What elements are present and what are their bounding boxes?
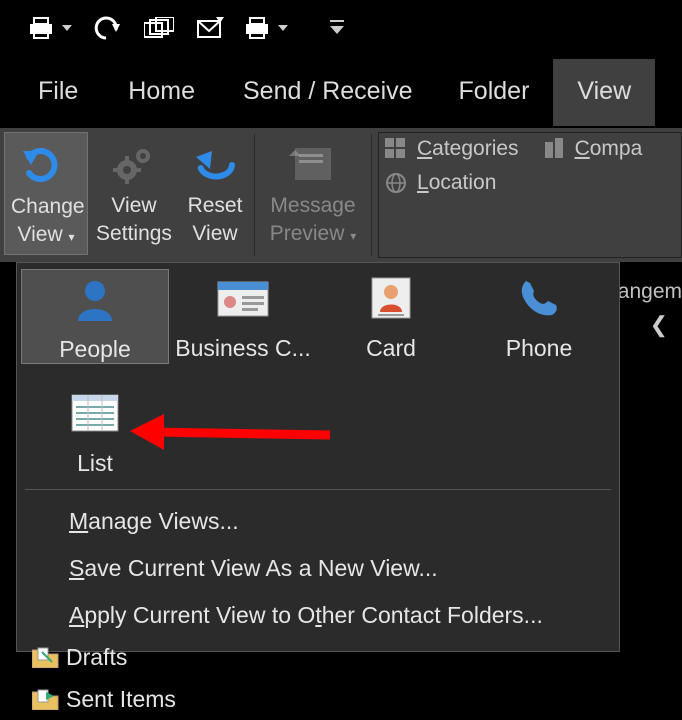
cascade-windows-icon (144, 17, 174, 39)
company-icon (543, 138, 565, 160)
reset-icon (192, 147, 238, 181)
arrangement-panel: Categories CCompaompa Location (378, 132, 682, 258)
tab-send-receive[interactable]: Send / Receive (225, 59, 441, 126)
menu-apply-view[interactable]: Apply Current View to Other Contact Fold… (17, 592, 619, 639)
gallery-row-2: List (17, 378, 619, 489)
customize-qat-icon (330, 20, 344, 36)
qat-archive-dropdown[interactable] (246, 16, 288, 40)
reset-view-button[interactable]: Reset View (180, 132, 250, 253)
folder-icon (32, 688, 60, 710)
view-settings-label1: View (94, 192, 174, 220)
location-label: Location (417, 171, 496, 195)
arrangement-label-cut: rangem (611, 280, 682, 304)
categories-icon (385, 138, 407, 160)
menu-manage-views[interactable]: Manage Views...Manage Views... (17, 498, 619, 545)
ribbon-group-current-view: Change View ▾ View Settings Reset (0, 128, 254, 262)
menu-save-view[interactable]: Save Current View As a New View...Save C… (17, 545, 619, 592)
quick-access-toolbar (0, 0, 682, 56)
undo-icon (94, 16, 122, 40)
qat-windows[interactable] (144, 17, 174, 39)
chevron-down-icon (62, 23, 72, 33)
ribbon-group-preview: Message Preview ▾ (255, 128, 371, 262)
people-icon (74, 277, 116, 321)
message-preview-button: Message Preview ▾ (259, 132, 367, 253)
qat-print-dropdown[interactable] (30, 16, 72, 40)
ribbon-tabs: File Home Send / Receive Folder View (0, 56, 682, 128)
folder-tree: Drafts Sent Items (32, 636, 176, 720)
chevron-down-icon (278, 23, 288, 33)
message-preview-label2: Preview ▾ (265, 220, 361, 248)
message-preview-icon (289, 144, 337, 184)
tab-home[interactable]: Home (108, 59, 225, 126)
message-preview-label1: Message (265, 192, 361, 220)
gallery-item-business-card-label: Business C... (169, 335, 317, 362)
nav-drafts-label: Drafts (66, 644, 127, 671)
qat-undo[interactable] (94, 16, 122, 40)
change-view-icon (23, 145, 69, 185)
reset-view-label1: Reset (186, 192, 244, 220)
collapse-chevron-icon[interactable]: ❮ (650, 312, 668, 338)
location-icon (385, 172, 407, 194)
reset-view-label2: View (186, 220, 244, 248)
change-view-label1: Change (11, 193, 81, 221)
folder-icon (32, 646, 60, 668)
gallery-item-people[interactable]: People (21, 269, 169, 364)
gallery-row-1: People Business C... (17, 263, 619, 378)
tab-file[interactable]: File (36, 59, 108, 126)
arrangement-location[interactable]: Location (385, 171, 675, 195)
company-label: CCompaompa (575, 137, 643, 161)
business-card-icon (216, 278, 270, 318)
gallery-item-card-label: Card (317, 335, 465, 362)
ribbon: Change View ▾ View Settings Reset (0, 128, 682, 262)
nav-drafts[interactable]: Drafts (32, 636, 176, 678)
gallery-item-people-label: People (22, 336, 168, 363)
tab-view[interactable]: View (553, 59, 655, 126)
gallery-item-phone-label: Phone (465, 335, 613, 362)
change-view-label2: View ▾ (11, 221, 81, 249)
archive-icon (246, 16, 274, 40)
arrangement-company[interactable]: CCompaompa (543, 137, 643, 161)
printer-icon (30, 16, 58, 40)
list-icon (70, 393, 120, 433)
arrangement-row1: Categories CCompaompa (385, 137, 675, 161)
gallery-item-list-label: List (21, 450, 169, 477)
gallery-item-business-card[interactable]: Business C... (169, 269, 317, 364)
categories-label: Categories (417, 137, 519, 161)
arrangement-categories[interactable]: Categories (385, 137, 519, 161)
gallery-item-phone[interactable]: Phone (465, 269, 613, 364)
ribbon-separator (371, 134, 372, 256)
qat-customize[interactable] (330, 20, 344, 36)
change-view-button[interactable]: Change View ▾ (4, 132, 88, 255)
nav-sent-items-label: Sent Items (66, 686, 176, 713)
view-settings-button[interactable]: View Settings (88, 132, 180, 253)
gallery-item-list[interactable]: List (21, 384, 169, 477)
tab-folder[interactable]: Folder (441, 59, 554, 126)
gallery-item-card[interactable]: Card (317, 269, 465, 364)
phone-icon (516, 275, 562, 321)
change-view-gallery: People Business C... (16, 262, 620, 652)
gear-icon (111, 144, 157, 184)
qat-send-receive[interactable] (196, 17, 224, 39)
gallery-menu: Manage Views...Manage Views... Save Curr… (17, 490, 619, 651)
send-receive-icon (196, 17, 224, 39)
card-icon (366, 276, 416, 320)
view-settings-label2: Settings (94, 220, 174, 248)
